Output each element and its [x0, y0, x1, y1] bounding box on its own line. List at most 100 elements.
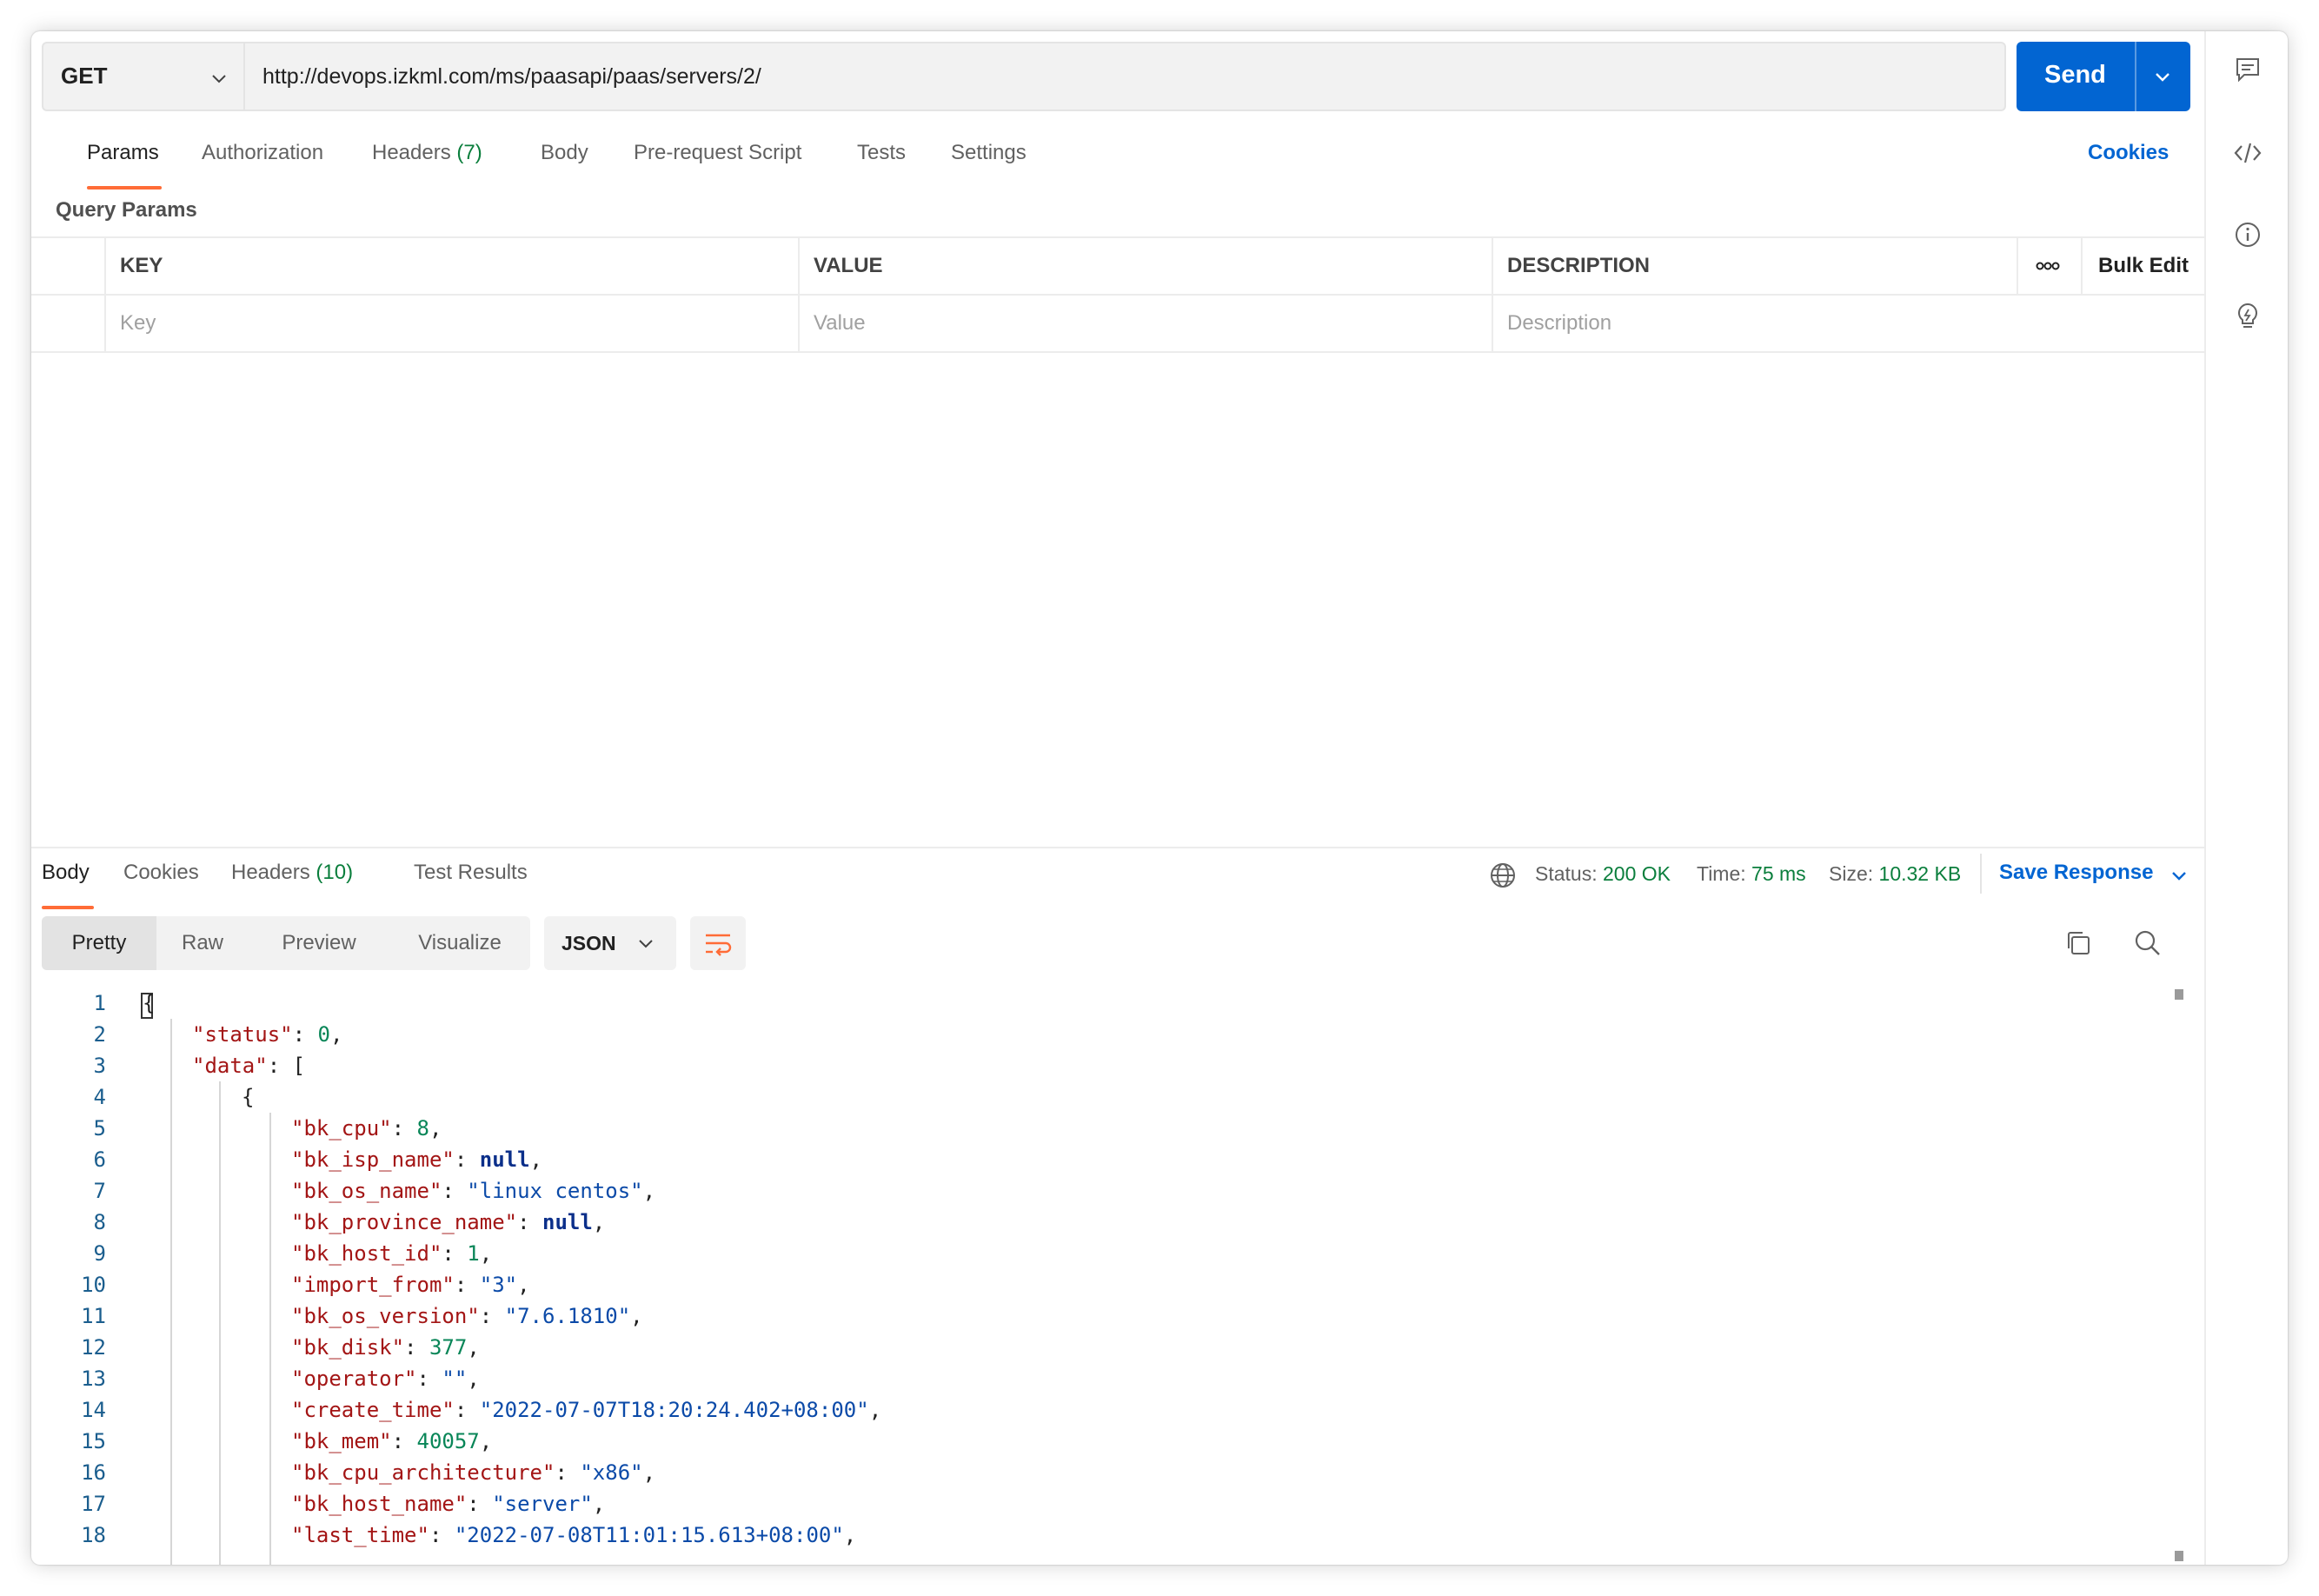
json-value: null [479, 1147, 530, 1172]
json-punctuation: : [391, 1429, 417, 1453]
line-number: 17 [81, 1492, 106, 1516]
more-options-button[interactable] [2017, 238, 2081, 294]
chevron-down-icon[interactable] [2152, 66, 2173, 87]
json-punctuation: : [391, 1116, 417, 1140]
editor-scrollbar[interactable] [2173, 988, 2185, 1565]
status-readout[interactable]: Status: 200 OK [1535, 862, 1671, 886]
json-key: "bk_host_id" [291, 1241, 442, 1266]
meta-divider [1980, 854, 1982, 894]
json-punctuation: : [416, 1367, 442, 1391]
code-line: 12 "bk_disk": 377, [31, 1332, 2169, 1363]
size-readout[interactable]: Size: 10.32 KB [1829, 862, 1961, 886]
json-key: "last_time" [291, 1523, 429, 1547]
code-line: 2 "status": 0, [31, 1019, 2169, 1050]
code-icon [2234, 143, 2262, 163]
code-line: 11 "bk_os_version": "7.6.1810", [31, 1300, 2169, 1332]
response-body-editor[interactable]: 1 {2 "status": 0, 3 "data": [ 4 {5 "bk_cpu": 8,… [31, 988, 2204, 1565]
key-column-header: KEY [104, 238, 798, 294]
description-column-header: DESCRIPTION [1492, 238, 2017, 294]
json-punctuation: : [ [267, 1054, 306, 1078]
json-key: "bk_mem" [291, 1429, 392, 1453]
globe-icon[interactable] [1488, 861, 1518, 890]
code-text: { [143, 988, 155, 1019]
json-key: "bk_disk" [291, 1335, 405, 1360]
json-value: "server" [492, 1492, 593, 1516]
json-punctuation: , [592, 1492, 606, 1516]
line-number: 16 [81, 1460, 106, 1485]
json-value: "" [442, 1367, 468, 1391]
save-response-button[interactable]: Save Response [1999, 861, 2153, 885]
line-number: 12 [81, 1335, 106, 1360]
code-text: "bk_mem": 40057, [291, 1426, 492, 1457]
format-select[interactable]: JSON [544, 916, 676, 970]
tab-params[interactable]: Params [87, 141, 159, 165]
value-input[interactable] [814, 308, 1437, 339]
send-button[interactable]: Send [2017, 42, 2190, 111]
code-line: 6 "bk_isp_name": null, [31, 1144, 2169, 1175]
tab-response-headers[interactable]: Headers (10) [231, 861, 353, 885]
pane-resize-divider[interactable] [31, 847, 2204, 848]
code-text: "import_from": "3", [291, 1269, 530, 1300]
tab-test-results[interactable]: Test Results [414, 861, 528, 885]
tab-headers[interactable]: Headers (7) [372, 141, 482, 165]
search-icon[interactable] [2133, 928, 2163, 958]
line-number: 4 [93, 1085, 106, 1109]
request-pane: GET Send Params Authorization Headers (7… [31, 31, 2204, 1565]
wrap-lines-button[interactable] [690, 916, 746, 970]
bulk-edit-button[interactable]: Bulk Edit [2081, 238, 2204, 294]
key-input[interactable] [120, 308, 743, 339]
method-label: GET [61, 63, 108, 89]
json-punctuation: : [442, 1241, 468, 1266]
more-horizontal-icon [2036, 262, 2060, 270]
view-pretty[interactable]: Pretty [42, 916, 156, 970]
code-text: "bk_os_version": "7.6.1810", [291, 1300, 643, 1332]
code-line: 8 "bk_province_name": null, [31, 1207, 2169, 1238]
json-punctuation: { [143, 991, 156, 1015]
scrollbar-thumb-top[interactable] [2175, 989, 2183, 1000]
code-snippet-button[interactable] [2232, 137, 2263, 169]
postman-window: GET Send Params Authorization Headers (7… [31, 31, 2288, 1565]
cookies-link[interactable]: Cookies [2088, 141, 2169, 165]
code-line: 14 "create_time": "2022-07-07T18:20:24.40… [31, 1394, 2169, 1426]
json-punctuation: , [642, 1179, 656, 1203]
scrollbar-thumb-bottom[interactable] [2175, 1551, 2183, 1561]
view-raw[interactable]: Raw [156, 916, 249, 970]
comments-button[interactable] [2232, 54, 2263, 85]
copy-icon[interactable] [2063, 928, 2093, 958]
json-value: 0 [317, 1022, 330, 1047]
json-punctuation: : [454, 1147, 480, 1172]
url-input[interactable] [243, 42, 2006, 111]
tab-pre-request-script[interactable]: Pre-request Script [634, 141, 801, 165]
tab-settings[interactable]: Settings [951, 141, 1027, 165]
tab-authorization[interactable]: Authorization [202, 141, 323, 165]
line-number: 1 [93, 991, 106, 1015]
json-punctuation: , [843, 1523, 857, 1547]
json-key: "bk_isp_name" [291, 1147, 455, 1172]
json-punctuation: , [467, 1335, 480, 1360]
method-select[interactable]: GET [42, 42, 243, 111]
code-text: "bk_cpu_architecture": "x86", [291, 1457, 655, 1488]
tab-body[interactable]: Body [541, 141, 588, 165]
view-visualize[interactable]: Visualize [389, 916, 530, 970]
code-text: "data": [ [192, 1050, 305, 1081]
info-button[interactable] [2232, 219, 2263, 250]
table-row [31, 296, 2204, 353]
line-number: 2 [93, 1022, 106, 1047]
tab-response-cookies[interactable]: Cookies [123, 861, 199, 885]
line-number: 3 [93, 1054, 106, 1078]
url-bar: GET [42, 42, 2034, 111]
view-preview[interactable]: Preview [249, 916, 389, 970]
tab-tests[interactable]: Tests [857, 141, 906, 165]
tab-response-body[interactable]: Body [42, 861, 90, 885]
description-input[interactable] [1507, 308, 2148, 339]
code-text: { [242, 1081, 254, 1113]
json-punctuation: , [329, 1022, 343, 1047]
related-ideas-button[interactable] [2232, 301, 2263, 332]
chevron-down-icon[interactable] [2169, 866, 2189, 885]
code-line: 13 "operator": "", [31, 1363, 2169, 1394]
time-readout[interactable]: Time: 75 ms [1697, 862, 1806, 886]
json-value: "linux centos" [467, 1179, 643, 1203]
code-text: "bk_isp_name": null, [291, 1144, 542, 1175]
code-line: 5 "bk_cpu": 8, [31, 1113, 2169, 1144]
json-key: "import_from" [291, 1273, 455, 1297]
